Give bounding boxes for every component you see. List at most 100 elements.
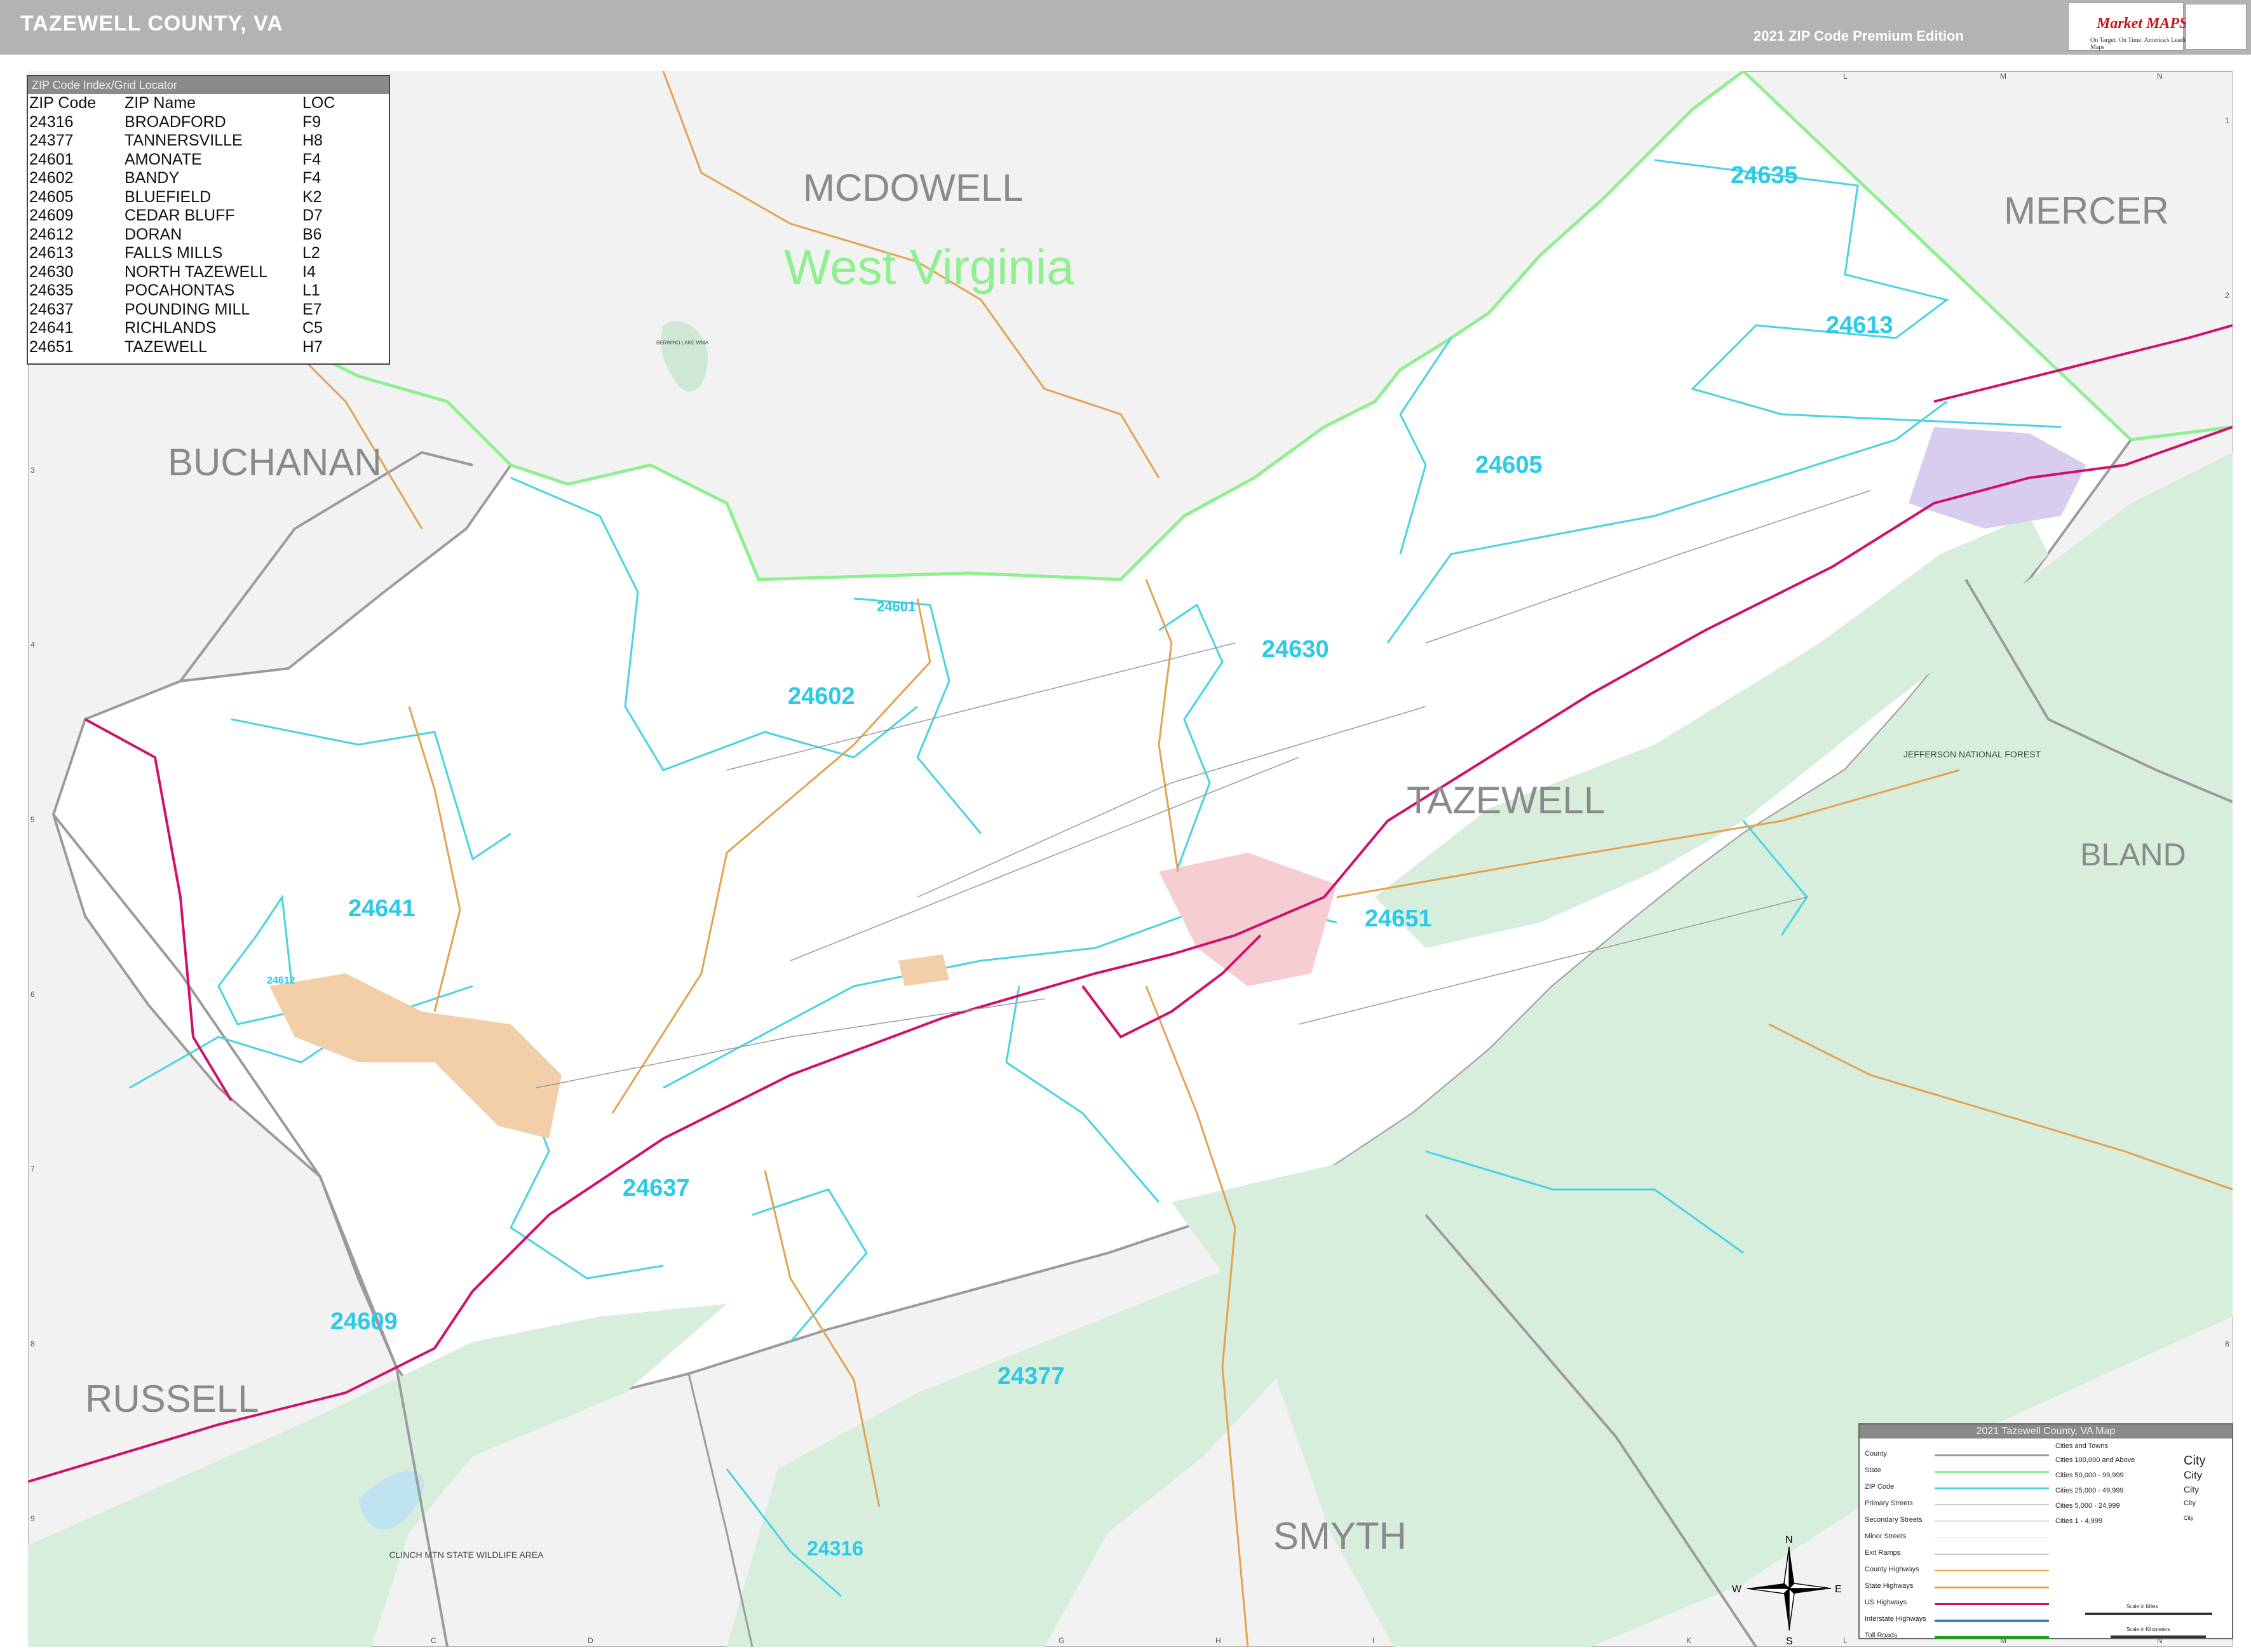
- header-bar: TAZEWELL COUNTY, VA 2021 ZIP Code Premiu…: [0, 0, 2251, 55]
- loc-cell: D7: [302, 207, 323, 224]
- zip-index-row: 24609 CEDAR BLUFF D7: [29, 207, 337, 226]
- zip-label-24601: 24601: [877, 599, 916, 614]
- legend-line-sample: [1935, 1636, 2049, 1639]
- zip-label-24609: 24609: [330, 1308, 398, 1335]
- zip-index-row: 24637 POUNDING MILL E7: [29, 301, 337, 320]
- legend-item-label: State Highways: [1865, 1582, 1914, 1590]
- legend-item-label: Exit Ramps: [1865, 1549, 1901, 1557]
- legend-item-label: Toll Roads: [1865, 1632, 1898, 1639]
- grid-row-label: 8: [2225, 1339, 2229, 1348]
- grid-row-label: 2: [2225, 291, 2229, 300]
- zip-name-cell: CEDAR BLUFF: [125, 207, 235, 224]
- zip-name-cell: RICHLANDS: [125, 319, 217, 337]
- grid-col-label: M: [2000, 72, 2006, 81]
- zip-name-cell: DORAN: [125, 225, 182, 243]
- zip-code-cell: 24613: [29, 244, 74, 262]
- grid-col-label: N: [2157, 72, 2163, 81]
- region-label-tazewell: TAZEWELL: [1407, 779, 1605, 822]
- legend-city-class: Cities 1 - 4,999: [2055, 1517, 2102, 1525]
- zip-code-cell: 24601: [29, 150, 74, 168]
- legend-line-sample: [1935, 1587, 2049, 1588]
- zip-index-row: 24630 NORTH TAZEWELL I4: [29, 263, 337, 282]
- col-zip-code: ZIP Code: [29, 94, 97, 112]
- zip-index-row: 24651 TAZEWELL H7: [29, 338, 337, 357]
- zip-code-cell: 24637: [29, 300, 74, 318]
- zip-index-row: 24641 RICHLANDS C5: [29, 319, 337, 338]
- zip-code-cell: 24609: [29, 207, 74, 224]
- grid-col-label: H: [1215, 1636, 1221, 1645]
- legend-city-sample: City: [2184, 1469, 2203, 1481]
- zip-name-cell: TAZEWELL: [125, 337, 208, 356]
- legend-item-label: US Highways: [1865, 1599, 1907, 1606]
- region-label-buchanan: BUCHANAN: [168, 441, 382, 484]
- compass-s: S: [1786, 1636, 1793, 1647]
- loc-cell: F9: [302, 112, 321, 131]
- grid-row-label: 7: [30, 1165, 35, 1174]
- legend-line-sample: [1935, 1454, 2049, 1456]
- legend-cities-heading: Cities and Towns: [2055, 1442, 2108, 1450]
- loc-cell: L1: [302, 281, 320, 299]
- zip-index-header-row: ZIP Code ZIP Name LOC: [29, 94, 337, 113]
- zip-index-panel: ZIP Code Index/Grid Locator ZIP Code ZIP…: [27, 75, 390, 365]
- grid-row-label: 6: [30, 990, 35, 999]
- grid-col-label: I: [1372, 1636, 1374, 1645]
- zip-index-row: 24613 FALLS MILLS L2: [29, 244, 337, 263]
- legend-city-sample: City: [2184, 1484, 2200, 1494]
- zip-code-cell: 24316: [29, 112, 74, 131]
- grid-row-label: 5: [30, 815, 35, 824]
- loc-cell: C5: [302, 319, 323, 337]
- legend-item-label: ZIP Code: [1865, 1483, 1895, 1491]
- zip-label-24613: 24613: [1826, 312, 1893, 339]
- zip-name-cell: POCAHONTAS: [125, 281, 235, 299]
- grid-row-label: 3: [30, 466, 35, 475]
- zip-label-24641: 24641: [348, 895, 416, 922]
- scale-bar-miles: [2085, 1613, 2212, 1615]
- zip-index-row: 24602 BANDY F4: [29, 169, 337, 188]
- zip-name-cell: BLUEFIELD: [125, 187, 212, 206]
- legend-city-sample: City: [2184, 1454, 2206, 1468]
- logo-contact-box: [2186, 4, 2247, 50]
- loc-cell: F4: [302, 169, 321, 187]
- legend-scale-miles: Scale in Miles: [2126, 1604, 2158, 1609]
- logo-text: Market MAPS: [2097, 15, 2188, 32]
- zip-index-row: 24605 BLUEFIELD K2: [29, 188, 337, 207]
- zip-label-24377: 24377: [997, 1363, 1065, 1390]
- compass-n: N: [1785, 1534, 1793, 1545]
- compass-w: W: [1732, 1584, 1742, 1595]
- zip-index-row: 24316 BROADFORD F9: [29, 113, 337, 132]
- zip-name-cell: BROADFORD: [125, 112, 226, 131]
- scale-bar-km: [2111, 1635, 2206, 1638]
- legend-city-class: Cities 100,000 and Above: [2055, 1456, 2135, 1464]
- col-loc: LOC: [302, 94, 335, 112]
- legend-line-sample: [1935, 1504, 2049, 1505]
- grid-col-label: L: [1843, 1636, 1848, 1645]
- zip-code-cell: 24635: [29, 281, 74, 299]
- zip-label-24316: 24316: [807, 1537, 863, 1560]
- legend-line-sample: [1935, 1471, 2049, 1473]
- zip-code-cell: 24630: [29, 262, 74, 281]
- zip-index-row: 24635 POCAHONTAS L1: [29, 281, 337, 301]
- zip-label-24605: 24605: [1475, 452, 1543, 478]
- loc-cell: B6: [302, 225, 322, 243]
- zip-code-cell: 24651: [29, 337, 74, 356]
- grid-row-label: 9: [30, 1514, 35, 1523]
- legend-line-sample: [1935, 1487, 2049, 1489]
- legend-line-sample: [1935, 1554, 2049, 1555]
- zip-name-cell: AMONATE: [125, 150, 202, 168]
- legend-item-label: County Highways: [1865, 1566, 1919, 1573]
- legend-line-sample: [1935, 1603, 2049, 1605]
- map-legend: 2021 Tazewell County, VA Map County State…: [1858, 1423, 2233, 1639]
- zip-name-cell: POUNDING MILL: [125, 300, 250, 318]
- zip-index-table: ZIP Code ZIP Name LOC 24316 BROADFORD F9 24…: [29, 94, 337, 356]
- legend-scale-km: Scale in Kilometers: [2126, 1627, 2170, 1632]
- state-label-west-virginia: West Virginia: [784, 239, 1074, 295]
- zip-index-heading: ZIP Code Index/Grid Locator: [28, 76, 389, 94]
- loc-cell: H7: [302, 337, 323, 356]
- zip-label-24637: 24637: [623, 1175, 690, 1202]
- grid-col-label: D: [588, 1636, 593, 1645]
- grid-row-label: 8: [30, 1339, 35, 1348]
- grid-col-label: L: [1843, 72, 1848, 81]
- zip-index-row: 24612 DORAN B6: [29, 226, 337, 245]
- legend-item-label: Secondary Streets: [1865, 1516, 1923, 1524]
- legend-city-class: Cities 5,000 - 24,999: [2055, 1502, 2120, 1510]
